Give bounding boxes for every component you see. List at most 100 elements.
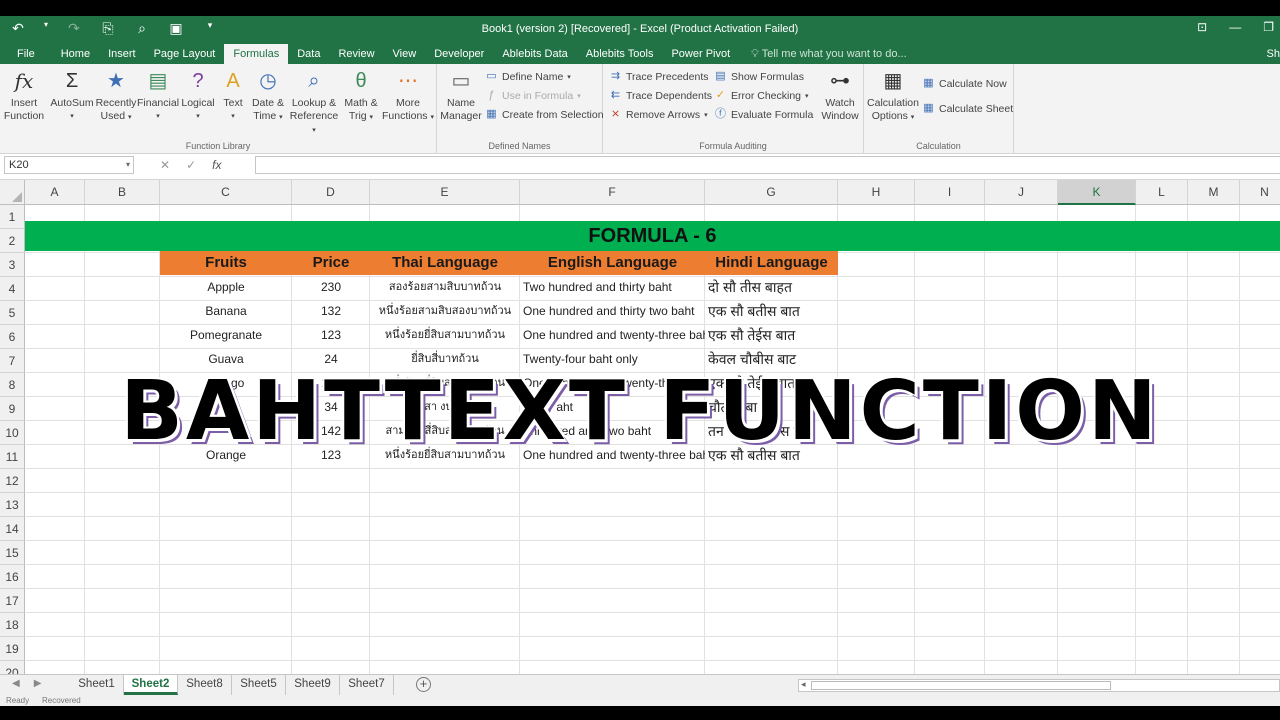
row-header-7[interactable]: 7 xyxy=(0,349,25,373)
cell-fruit[interactable]: Appple xyxy=(160,275,292,299)
tab-review[interactable]: Review xyxy=(329,44,383,64)
tab-insert[interactable]: Insert xyxy=(99,44,145,64)
name-box[interactable]: K20 ▾ xyxy=(4,156,134,174)
sheet-tab-sheet9[interactable]: Sheet9 xyxy=(286,675,340,695)
cell-hindi-text[interactable]: चौतीस बा xyxy=(708,395,838,419)
insert-function-icon[interactable]: fx xyxy=(212,158,221,172)
cell-thai-text[interactable]: สามร้อยสี่สิบสองบาทถ้วน xyxy=(370,419,520,443)
row-header-20[interactable]: 20 xyxy=(0,661,25,674)
calculate-sheet-button[interactable]: ▦ Calculate Sheet xyxy=(922,102,1013,115)
cell-thai-text[interactable]: หนึ่งร้อยยี่สิบสามบาทถ้วน xyxy=(370,443,520,467)
row-header-5[interactable]: 5 xyxy=(0,301,25,325)
cell-english-text[interactable]: One hundred and twenty-three baht xyxy=(523,443,705,467)
tab-view[interactable]: View xyxy=(384,44,426,64)
cell-price[interactable]: 123 xyxy=(292,371,370,395)
cell-price[interactable]: 132 xyxy=(292,299,370,323)
column-header-j[interactable]: J xyxy=(985,180,1058,205)
use-in-formula-button[interactable]: ƒ Use in Formula ▾ xyxy=(485,89,580,102)
cell-price[interactable]: 123 xyxy=(292,443,370,467)
worksheet-grid[interactable]: A B C D E F G H I J K L M N 1 2 3 4 5 6 7 8 9 10 11 12 13 14 15 16 17 1… xyxy=(0,180,1280,674)
watch-window-button[interactable]: ⊶ Watch Window xyxy=(818,68,862,123)
cell-hindi-text[interactable]: दो सौ तीस बाहत xyxy=(708,275,838,299)
column-header-e[interactable]: E xyxy=(370,180,520,205)
cell-english-text[interactable]: Two hundred and thirty baht xyxy=(523,275,705,299)
horizontal-scrollbar[interactable]: ◂ xyxy=(798,679,1280,692)
row-header-13[interactable]: 13 xyxy=(0,493,25,517)
cell-fruit[interactable]: Mango xyxy=(160,371,292,395)
cell-hindi-text[interactable]: केवल चौबीस बाट xyxy=(708,347,838,371)
column-header-b[interactable]: B xyxy=(85,180,160,205)
row-header-15[interactable]: 15 xyxy=(0,541,25,565)
cell-thai-text[interactable]: หนึ่งร้อยสามสิบสองบาทถ้วน xyxy=(370,299,520,323)
cell-english-text[interactable]: Thre dred and -two baht xyxy=(523,419,705,443)
cell-fruit[interactable]: Banana xyxy=(160,299,292,323)
column-header-k[interactable]: K xyxy=(1058,180,1136,205)
column-header-m[interactable]: M xyxy=(1188,180,1240,205)
cell-price[interactable]: 24 xyxy=(292,347,370,371)
row-header-2[interactable]: 2 xyxy=(0,229,25,253)
financial-button[interactable]: ▤ Financial ▾ xyxy=(137,68,179,123)
cell-hindi-text[interactable]: एक सौ तेईस बात xyxy=(708,371,838,395)
cancel-icon[interactable]: ✕ xyxy=(160,158,170,172)
row-header-11[interactable]: 11 xyxy=(0,445,25,469)
row-header-9[interactable]: 9 xyxy=(0,397,25,421)
name-manager-button[interactable]: ▭ Name Manager xyxy=(439,68,483,123)
cell-fruit[interactable]: Orange xyxy=(160,443,292,467)
show-formulas-button[interactable]: ▤ Show Formulas xyxy=(714,70,804,83)
cell-hindi-text[interactable]: एक सौ बतीस बात xyxy=(708,443,838,467)
column-header-n[interactable]: N xyxy=(1240,180,1280,205)
name-box-dropdown-icon[interactable]: ▾ xyxy=(126,157,130,173)
restore-icon[interactable]: ❐ xyxy=(1263,20,1274,34)
calculation-options-button[interactable]: ▦ Calculation Options ▾ xyxy=(866,68,920,124)
tab-power-pivot[interactable]: Power Pivot xyxy=(662,44,739,64)
sheet-tab-sheet5[interactable]: Sheet5 xyxy=(232,675,286,695)
tab-ablebits-tools[interactable]: Ablebits Tools xyxy=(577,44,663,64)
row-header-17[interactable]: 17 xyxy=(0,589,25,613)
scroll-thumb[interactable] xyxy=(811,681,1111,690)
header-english-language[interactable]: English Language xyxy=(520,251,705,275)
sheet-tab-sheet2[interactable]: Sheet2 xyxy=(124,675,178,695)
logical-button[interactable]: ? Logical ▾ xyxy=(179,68,217,123)
share-button[interactable]: Sh xyxy=(1267,44,1280,64)
error-checking-button[interactable]: ✓ Error Checking ▾ xyxy=(714,89,809,102)
calculate-now-button[interactable]: ▦ Calculate Now xyxy=(922,77,1006,90)
tab-formulas[interactable]: Formulas xyxy=(224,44,289,64)
cell-thai-text[interactable]: สา งบาท xyxy=(370,395,520,419)
select-all-corner[interactable] xyxy=(0,180,25,205)
insert-function-button[interactable]: fx Insert Function xyxy=(2,68,46,123)
sheet-tab-sheet7[interactable]: Sheet7 xyxy=(340,675,394,695)
sheet-tab-sheet1[interactable]: Sheet1 xyxy=(70,675,124,695)
header-fruits[interactable]: Fruits xyxy=(160,251,292,275)
tab-home[interactable]: Home xyxy=(52,44,99,64)
trace-precedents-button[interactable]: ⇉ Trace Precedents xyxy=(609,70,709,83)
cell-fruit[interactable] xyxy=(160,395,292,419)
header-hindi-language[interactable]: Hindi Language xyxy=(705,251,838,275)
autosum-button[interactable]: Σ AutoSum ▾ xyxy=(50,68,94,123)
cell-fruit[interactable]: Guava xyxy=(160,347,292,371)
more-functions-button[interactable]: ⋯ More Functions ▾ xyxy=(382,68,434,124)
cell-english-text[interactable]: One hundred and twenty-three baht xyxy=(523,323,705,347)
add-sheet-icon[interactable]: + xyxy=(416,677,431,692)
tab-page-layout[interactable]: Page Layout xyxy=(145,44,225,64)
cell-price[interactable]: 230 xyxy=(292,275,370,299)
lookup-reference-button[interactable]: ⌕ Lookup & Reference ▾ xyxy=(288,68,340,137)
row-header-10[interactable]: 10 xyxy=(0,421,25,445)
next-sheet-icon[interactable]: ▶ xyxy=(34,678,42,689)
cell-hindi-text[interactable]: तन सौ बया ीस बात xyxy=(708,419,838,443)
cell-price[interactable]: 34 xyxy=(292,395,370,419)
tab-developer[interactable]: Developer xyxy=(425,44,493,64)
column-header-f[interactable]: F xyxy=(520,180,705,205)
cell-thai-text[interactable]: สองร้อยสามสิบบาทถ้วน xyxy=(370,275,520,299)
date-time-button[interactable]: ◷ Date & Time ▾ xyxy=(249,68,287,124)
formula-input[interactable] xyxy=(255,156,1280,174)
column-header-a[interactable]: A xyxy=(25,180,85,205)
cell-price[interactable]: 123 xyxy=(292,323,370,347)
tab-data[interactable]: Data xyxy=(288,44,329,64)
row-header-3[interactable]: 3 xyxy=(0,253,25,277)
column-header-i[interactable]: I xyxy=(915,180,985,205)
cell-english-text[interactable]: One hundred and thirty two baht xyxy=(523,299,705,323)
row-header-12[interactable]: 12 xyxy=(0,469,25,493)
row-header-4[interactable]: 4 xyxy=(0,277,25,301)
column-header-h[interactable]: H xyxy=(838,180,915,205)
row-header-1[interactable]: 1 xyxy=(0,205,25,229)
